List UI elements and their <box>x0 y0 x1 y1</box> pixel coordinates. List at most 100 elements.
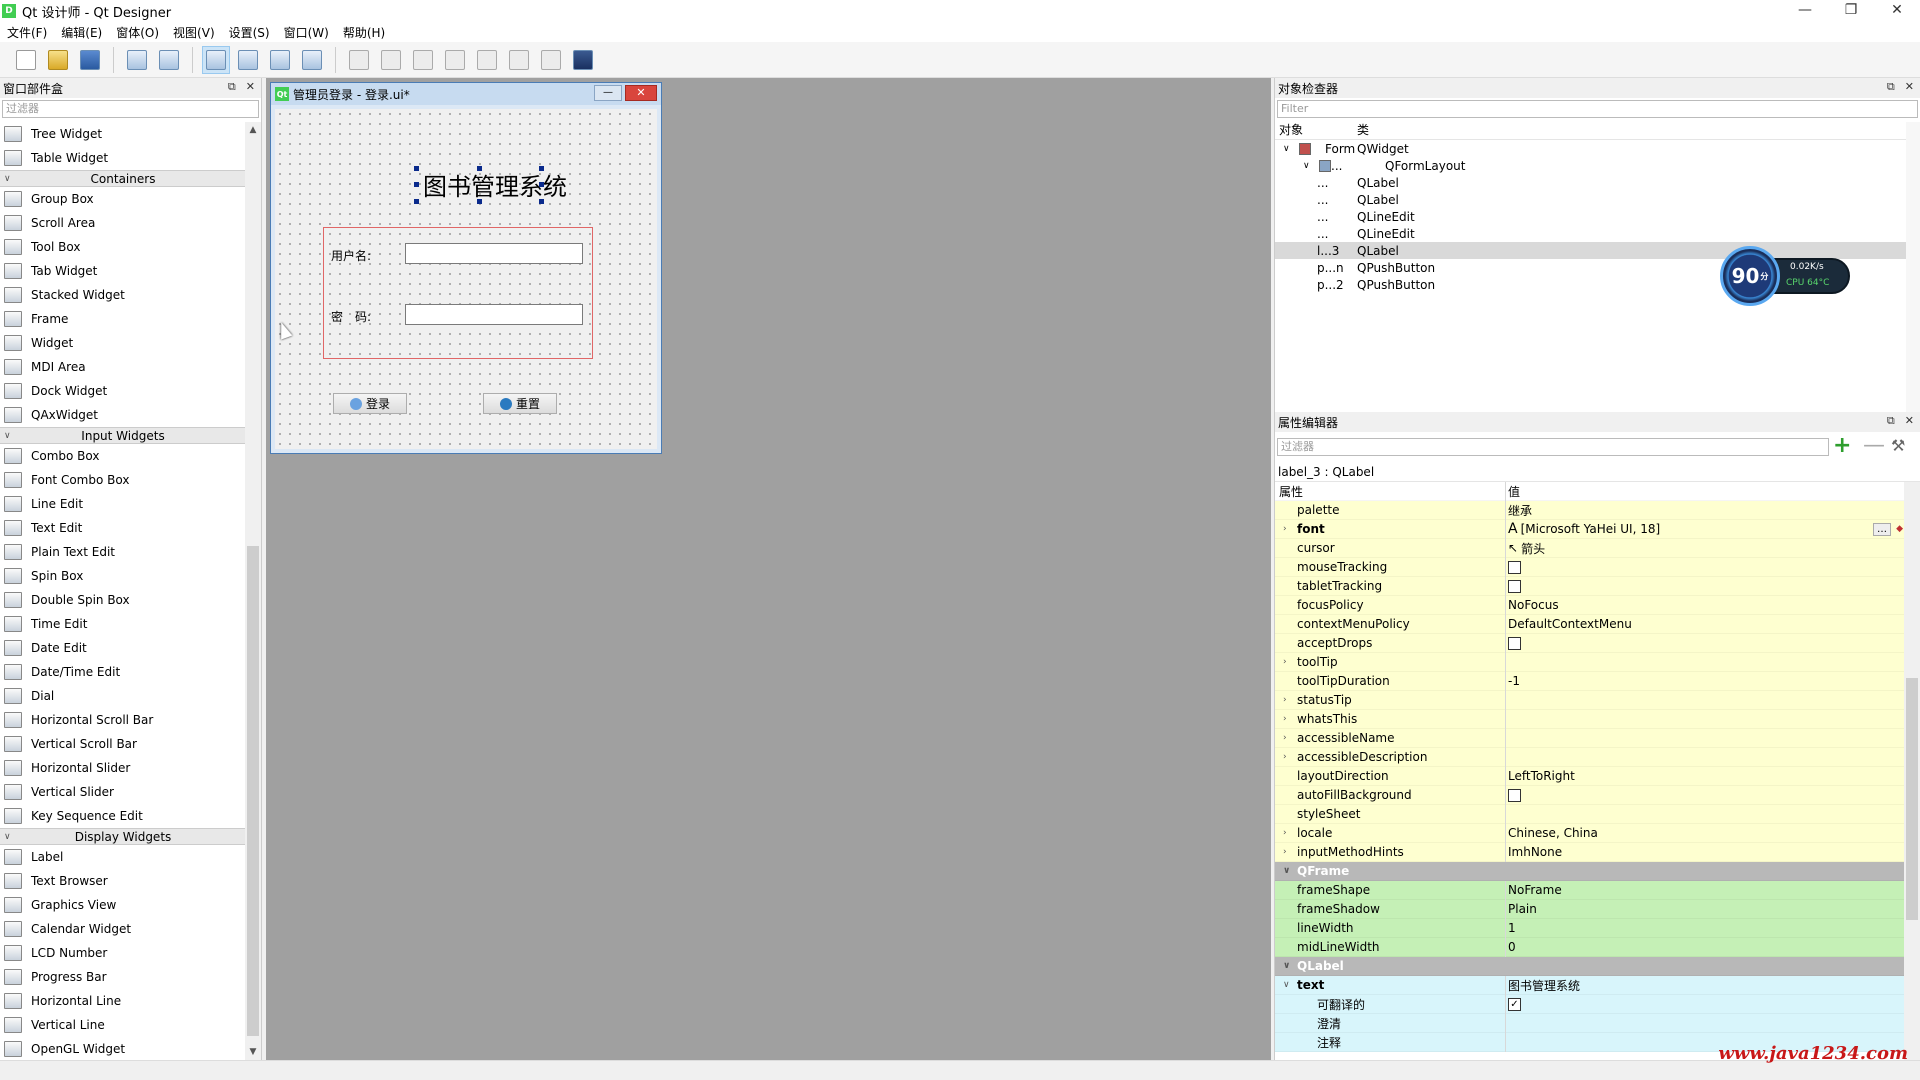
property-value[interactable]: 继承 <box>1505 500 1905 520</box>
property-value[interactable]: 0 <box>1505 937 1905 957</box>
selection-handle[interactable] <box>414 166 419 171</box>
property-row-focuspolicy[interactable]: focusPolicy NoFocus <box>1275 595 1905 615</box>
selection-handle[interactable] <box>539 182 544 187</box>
reset-property-icon[interactable]: ◆ <box>1896 524 1903 534</box>
widget-item-progress-bar[interactable]: Progress Bar <box>0 965 246 989</box>
edit-tab-order-button[interactable] <box>298 46 326 74</box>
property-value[interactable]: DefaultContextMenu <box>1505 614 1905 634</box>
property-row-contextmenupolicy[interactable]: contextMenuPolicy DefaultContextMenu <box>1275 614 1905 634</box>
widget-item-tree-widget[interactable]: Tree Widget <box>0 122 246 146</box>
menu-edit[interactable]: 编辑(E) <box>54 24 109 41</box>
menu-form[interactable]: 窗体(O) <box>109 24 166 41</box>
property-row-palette[interactable]: palette 继承 <box>1275 500 1905 520</box>
form-window[interactable]: Qt 管理员登录 - 登录.ui* — ✕ 图书管理系统 用户名: 密 码: 登… <box>270 82 662 454</box>
property-row-frameshape[interactable]: frameShape NoFrame <box>1275 880 1905 900</box>
menu-window[interactable]: 窗口(W) <box>277 24 336 41</box>
close-icon[interactable]: ✕ <box>246 80 255 94</box>
form-close-button[interactable]: ✕ <box>625 85 657 101</box>
selection-handle[interactable] <box>539 199 544 204</box>
property-row-acceptdrops[interactable]: acceptDrops <box>1275 633 1905 653</box>
property-row-linewidth[interactable]: lineWidth 1 <box>1275 918 1905 938</box>
layout-v-splitter-button[interactable] <box>441 46 469 74</box>
widget-item-scroll-area[interactable]: Scroll Area <box>0 211 246 235</box>
widget-item-opengl-widget[interactable]: OpenGL Widget <box>0 1037 246 1060</box>
widget-item-key-sequence-edit[interactable]: Key Sequence Edit <box>0 804 246 828</box>
selection-handle[interactable] <box>477 199 482 204</box>
checkbox-checked[interactable]: ✓ <box>1508 997 1521 1011</box>
add-property-icon[interactable]: + <box>1833 435 1855 458</box>
login-button[interactable]: 登录 <box>333 393 407 414</box>
property-value[interactable]: LeftToRight <box>1505 766 1905 786</box>
property-row-tablettracking[interactable]: tabletTracking <box>1275 576 1905 596</box>
property-value[interactable]: Plain <box>1505 899 1905 919</box>
widget-item-label[interactable]: Label <box>0 845 246 869</box>
chevron-down-icon[interactable]: ∨ <box>1283 866 1290 876</box>
chevron-down-icon[interactable]: ∨ <box>1283 961 1290 971</box>
object-tree-row[interactable]: ... QLabel <box>1275 174 1920 191</box>
property-row-mousetracking[interactable]: mouseTracking <box>1275 557 1905 577</box>
widget-item-spin-box[interactable]: Spin Box <box>0 564 246 588</box>
object-tree-row[interactable]: ... QLabel <box>1275 191 1920 208</box>
widget-item-date-edit[interactable]: Date Edit <box>0 636 246 660</box>
column-object[interactable]: 对象 <box>1279 121 1303 138</box>
widget-item-group-box[interactable]: Group Box <box>0 187 246 211</box>
object-tree-row[interactable]: ∨ Form QWidget <box>1275 140 1920 157</box>
chevron-down-icon[interactable]: ∨ <box>1283 144 1290 154</box>
widget-item-tab-widget[interactable]: Tab Widget <box>0 259 246 283</box>
widget-item-plain-text-edit[interactable]: Plain Text Edit <box>0 540 246 564</box>
property-group-qframe[interactable]: ∨ QFrame <box>1275 862 1905 881</box>
property-value[interactable] <box>1505 1013 1905 1033</box>
widget-item-stacked-widget[interactable]: Stacked Widget <box>0 283 246 307</box>
chevron-down-icon[interactable]: ∨ <box>1303 161 1310 171</box>
edit-widgets-button[interactable] <box>202 45 230 74</box>
widget-item-dial[interactable]: Dial <box>0 684 246 708</box>
widget-item-double-spin-box[interactable]: Double Spin Box <box>0 588 246 612</box>
selection-handle[interactable] <box>414 199 419 204</box>
chevron-right-icon[interactable]: › <box>1283 733 1287 743</box>
widget-item-dock-widget[interactable]: Dock Widget <box>0 379 246 403</box>
checkbox-unchecked[interactable] <box>1508 636 1521 650</box>
scroll-down-icon[interactable]: ▼ <box>245 1044 261 1060</box>
property-value[interactable] <box>1505 747 1905 767</box>
widget-item-tool-box[interactable]: Tool Box <box>0 235 246 259</box>
checkbox-unchecked[interactable] <box>1508 560 1521 574</box>
menu-settings[interactable]: 设置(S) <box>222 24 277 41</box>
menu-file[interactable]: 文件(F) <box>0 24 54 41</box>
widget-item-graphics-view[interactable]: Graphics View <box>0 893 246 917</box>
form-minimize-button[interactable]: — <box>594 85 622 101</box>
widget-item-lcd-number[interactable]: LCD Number <box>0 941 246 965</box>
chevron-right-icon[interactable]: › <box>1283 828 1287 838</box>
chevron-down-icon[interactable]: ∨ <box>1283 980 1290 990</box>
open-file-button[interactable] <box>44 46 72 74</box>
widget-filter-input[interactable]: 过滤器 <box>2 100 259 118</box>
chevron-right-icon[interactable]: › <box>1283 714 1287 724</box>
property-value[interactable] <box>1505 785 1905 805</box>
widget-item-frame[interactable]: Frame <box>0 307 246 331</box>
property-value[interactable] <box>1505 804 1905 824</box>
configure-wrench-icon[interactable]: ⚒ <box>1891 436 1913 458</box>
property-value[interactable]: NoFrame <box>1505 880 1905 900</box>
object-tree-scrollbar[interactable] <box>1906 122 1920 412</box>
widget-item-text-edit[interactable]: Text Edit <box>0 516 246 540</box>
chevron-right-icon[interactable]: › <box>1283 752 1287 762</box>
property-value[interactable]: ✓ <box>1505 994 1905 1014</box>
property-row-stylesheet[interactable]: styleSheet <box>1275 804 1905 824</box>
property-row-statustip[interactable]: › statusTip <box>1275 690 1905 710</box>
property-row-accessiblename[interactable]: › accessibleName <box>1275 728 1905 748</box>
close-button[interactable]: ✕ <box>1874 0 1920 22</box>
property-row-autofillbackground[interactable]: autoFillBackground <box>1275 785 1905 805</box>
password-label[interactable]: 密 码: <box>331 308 371 325</box>
property-value[interactable]: NoFocus <box>1505 595 1905 615</box>
float-icon[interactable]: ⧉ <box>1887 80 1895 94</box>
widget-item-calendar-widget[interactable]: Calendar Widget <box>0 917 246 941</box>
layout-horizontal-button[interactable] <box>345 46 373 74</box>
property-value[interactable]: 图书管理系统 <box>1505 975 1905 995</box>
minimize-button[interactable]: — <box>1782 0 1828 22</box>
chevron-right-icon[interactable]: › <box>1283 695 1287 705</box>
property-row-locale[interactable]: › locale Chinese, China <box>1275 823 1905 843</box>
layout-h-splitter-button[interactable] <box>409 46 437 74</box>
object-filter-input[interactable]: Filter <box>1277 100 1918 118</box>
widget-item-horizontal-line[interactable]: Horizontal Line <box>0 989 246 1013</box>
username-label[interactable]: 用户名: <box>331 247 371 264</box>
widget-item-widget[interactable]: Widget <box>0 331 246 355</box>
